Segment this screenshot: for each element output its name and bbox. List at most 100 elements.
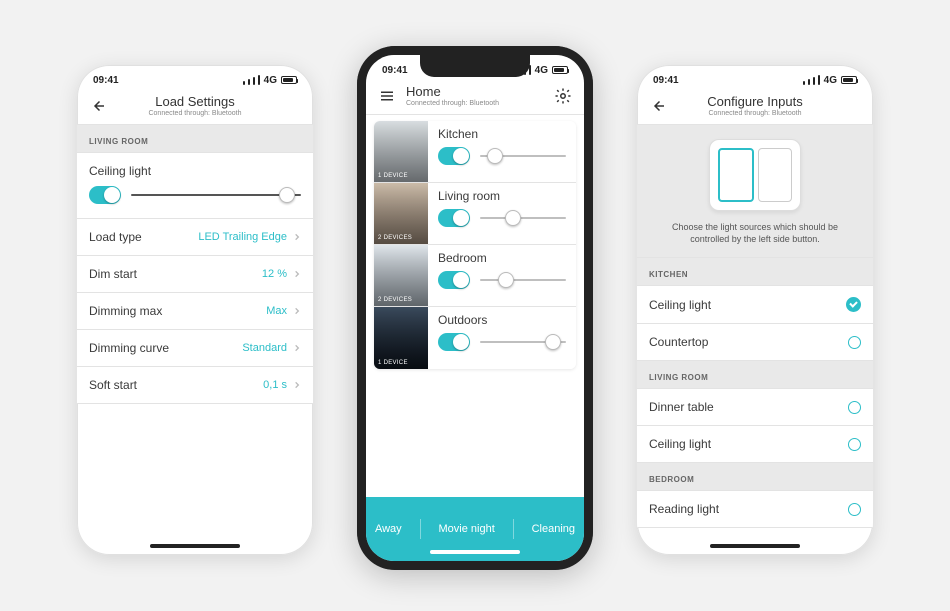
device-toggle[interactable]	[89, 186, 121, 204]
setting-label: Dimming max	[89, 304, 162, 318]
device-count: 2 DEVICES	[378, 297, 412, 303]
page-title: Load Settings	[113, 94, 277, 109]
room-name: Living room	[438, 189, 566, 203]
setting-label: Dimming curve	[89, 341, 169, 355]
radio-unchecked[interactable]	[848, 401, 861, 414]
setting-row[interactable]: Soft start 0,1 s	[77, 367, 313, 404]
room-thumbnail: 2 DEVICES	[374, 245, 428, 306]
light-source-row[interactable]: Ceiling light	[637, 426, 873, 463]
room-thumbnail: 1 DEVICE	[374, 307, 428, 369]
status-network: 4G	[535, 65, 548, 76]
setting-value: Standard	[242, 342, 287, 354]
device-count: 2 DEVICES	[378, 235, 412, 241]
switch-left-button	[718, 148, 754, 202]
setting-row[interactable]: Dim start 12 %	[77, 256, 313, 293]
phone-home: 09:41 4G Home Connected through: Bluetoo…	[357, 46, 593, 570]
room-slider[interactable]	[480, 279, 566, 281]
brightness-slider[interactable]	[131, 194, 301, 196]
status-bar: 09:41 4G	[77, 65, 313, 91]
setting-row[interactable]: Dimming max Max	[77, 293, 313, 330]
settings-icon[interactable]	[550, 87, 572, 105]
battery-icon	[841, 76, 857, 84]
status-network: 4G	[824, 75, 837, 86]
section-header: BEDROOM	[637, 463, 873, 491]
phone-load-settings: 09:41 4G Load Settings Connected through…	[77, 65, 313, 555]
setting-label: Soft start	[89, 378, 137, 392]
chevron-right-icon	[293, 341, 301, 355]
room-slider[interactable]	[480, 217, 566, 219]
setting-value: 0,1 s	[263, 379, 287, 391]
setting-label: Dim start	[89, 267, 137, 281]
chevron-right-icon	[293, 304, 301, 318]
slider-knob[interactable]	[487, 148, 503, 164]
slider-knob[interactable]	[279, 187, 295, 203]
room-row[interactable]: 2 DEVICES Living room	[374, 183, 576, 245]
room-toggle[interactable]	[438, 147, 470, 165]
setting-label: Load type	[89, 230, 142, 244]
switch-illustration	[709, 139, 801, 211]
setting-value: LED Trailing Edge	[198, 231, 287, 243]
home-indicator	[430, 550, 520, 554]
light-source-row[interactable]: Reading light	[637, 491, 873, 528]
room-toggle[interactable]	[438, 271, 470, 289]
room-name: Outdoors	[438, 313, 566, 327]
home-indicator	[150, 544, 240, 548]
slider-knob[interactable]	[498, 272, 514, 288]
slider-knob[interactable]	[505, 210, 521, 226]
section-header: LIVING ROOM	[77, 125, 313, 153]
check-icon[interactable]	[846, 297, 861, 312]
scene-button[interactable]: Movie night	[439, 523, 495, 535]
page-subtitle: Connected through: Bluetooth	[673, 110, 837, 117]
configure-description: Choose the light sources which should be…	[661, 221, 849, 245]
device-count: 1 DEVICE	[378, 360, 408, 366]
light-source-name: Dinner table	[649, 400, 714, 414]
back-icon[interactable]	[649, 97, 673, 115]
room-row[interactable]: 1 DEVICE Outdoors	[374, 307, 576, 369]
phone-configure-inputs: 09:41 4G Configure Inputs Connected thro…	[637, 65, 873, 555]
page-subtitle: Connected through: Bluetooth	[406, 100, 550, 107]
status-time: 09:41	[93, 75, 119, 86]
setting-row[interactable]: Load type LED Trailing Edge	[77, 219, 313, 256]
light-source-name: Ceiling light	[649, 298, 711, 312]
home-indicator	[710, 544, 800, 548]
scene-button[interactable]: Away	[375, 523, 402, 535]
radio-unchecked[interactable]	[848, 438, 861, 451]
chevron-right-icon	[293, 378, 301, 392]
room-thumbnail: 1 DEVICE	[374, 121, 428, 182]
status-time: 09:41	[653, 75, 679, 86]
battery-icon	[552, 66, 568, 74]
device-count: 1 DEVICE	[378, 173, 408, 179]
status-network: 4G	[264, 75, 277, 86]
setting-value: Max	[266, 305, 287, 317]
back-icon[interactable]	[89, 97, 113, 115]
room-slider[interactable]	[480, 155, 566, 157]
setting-row[interactable]: Dimming curve Standard	[77, 330, 313, 367]
light-source-row[interactable]: Countertop	[637, 324, 873, 361]
signal-icon	[243, 75, 260, 85]
setting-value: 12 %	[262, 268, 287, 280]
signal-icon	[803, 75, 820, 85]
light-source-name: Countertop	[649, 335, 708, 349]
chevron-right-icon	[293, 230, 301, 244]
room-name: Bedroom	[438, 251, 566, 265]
section-header: LIVING ROOM	[637, 361, 873, 389]
scene-button[interactable]: Cleaning	[532, 523, 575, 535]
light-source-row[interactable]: Dinner table	[637, 389, 873, 426]
room-row[interactable]: 2 DEVICES Bedroom	[374, 245, 576, 307]
room-row[interactable]: 1 DEVICEKitchen	[374, 121, 576, 183]
chevron-right-icon	[293, 267, 301, 281]
room-toggle[interactable]	[438, 333, 470, 351]
device-name: Ceiling light	[89, 164, 151, 178]
room-thumbnail: 2 DEVICES	[374, 183, 428, 244]
status-bar: 09:41 4G	[637, 65, 873, 91]
status-time: 09:41	[382, 65, 408, 76]
room-toggle[interactable]	[438, 209, 470, 227]
light-source-row[interactable]: Ceiling light	[637, 286, 873, 324]
room-slider[interactable]	[480, 341, 566, 343]
section-header: KITCHEN	[637, 258, 873, 286]
notch	[420, 55, 530, 77]
menu-icon[interactable]	[378, 87, 400, 105]
slider-knob[interactable]	[545, 334, 561, 350]
radio-unchecked[interactable]	[848, 336, 861, 349]
radio-unchecked[interactable]	[848, 503, 861, 516]
